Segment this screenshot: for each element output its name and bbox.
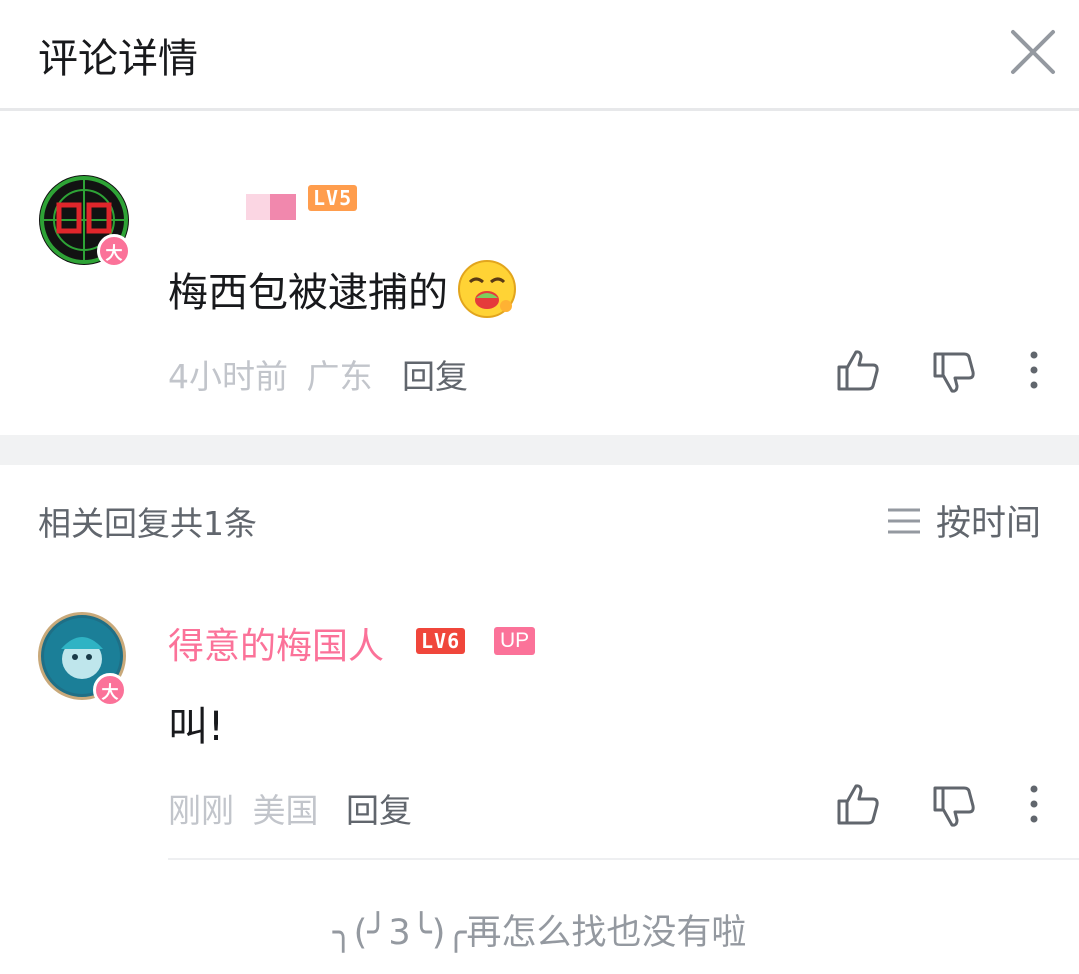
- root-comment-text: 梅西包被逮捕的: [168, 258, 518, 320]
- root-reply-button[interactable]: 回复: [402, 350, 468, 398]
- sort-lines-icon: [888, 508, 920, 533]
- eating-emoji-icon: [458, 260, 516, 318]
- vip-badge-reply: 大: [93, 673, 127, 707]
- reply-count-label: 相关回复共1条: [38, 504, 257, 543]
- section-separator: [0, 435, 1079, 465]
- end-of-list-text: ╮(╯3╰)╭再怎么找也没有啦: [332, 913, 747, 953]
- root-comment-meta: 4小时前 广东: [168, 350, 373, 398]
- up-badge: UP: [494, 627, 536, 655]
- page-title: 评论详情: [38, 36, 198, 82]
- reply-comment-time: 刚刚: [168, 791, 234, 830]
- vip-badge-label: 大: [105, 243, 123, 264]
- reply-dislike-button[interactable]: [931, 784, 977, 830]
- reply-reply-button[interactable]: 回复: [346, 784, 412, 832]
- reply-comment-location: 美国: [252, 791, 319, 830]
- close-icon: [1011, 30, 1055, 74]
- reply-like-button[interactable]: [835, 781, 881, 827]
- reply-username[interactable]: 得意的梅国人: [168, 617, 384, 669]
- thumbs-up-icon: [837, 350, 879, 391]
- reply-comment-text: 叫!: [168, 704, 225, 750]
- close-button[interactable]: [1007, 26, 1059, 78]
- vip-badge-reply-label: 大: [101, 682, 119, 703]
- root-comment-location: 广东: [306, 357, 373, 396]
- thumbs-up-icon: [837, 784, 879, 825]
- root-like-button[interactable]: [835, 347, 881, 393]
- sort-by-time-button[interactable]: 按时间: [886, 495, 1041, 546]
- root-comment-time: 4小时前: [168, 357, 288, 396]
- more-vertical-icon: [1030, 351, 1038, 389]
- sort-label: 按时间: [936, 504, 1042, 544]
- reply-more-button[interactable]: [1012, 781, 1056, 827]
- reply-comment-meta: 刚刚 美国: [168, 784, 319, 832]
- list-divider: [168, 858, 1079, 860]
- root-dislike-button[interactable]: [931, 350, 977, 396]
- more-vertical-icon: [1030, 785, 1038, 823]
- thumbs-down-icon: [933, 786, 975, 827]
- header-bar: 评论详情: [0, 0, 1079, 111]
- vip-badge: 大: [97, 234, 131, 268]
- root-username-redacted: [246, 194, 296, 220]
- thumbs-down-icon: [933, 352, 975, 393]
- root-comment-text-content: 梅西包被逮捕的: [168, 270, 448, 316]
- root-more-button[interactable]: [1012, 347, 1056, 393]
- root-level-badge: LV5: [308, 185, 358, 211]
- reply-level-badge: LV6: [416, 628, 466, 654]
